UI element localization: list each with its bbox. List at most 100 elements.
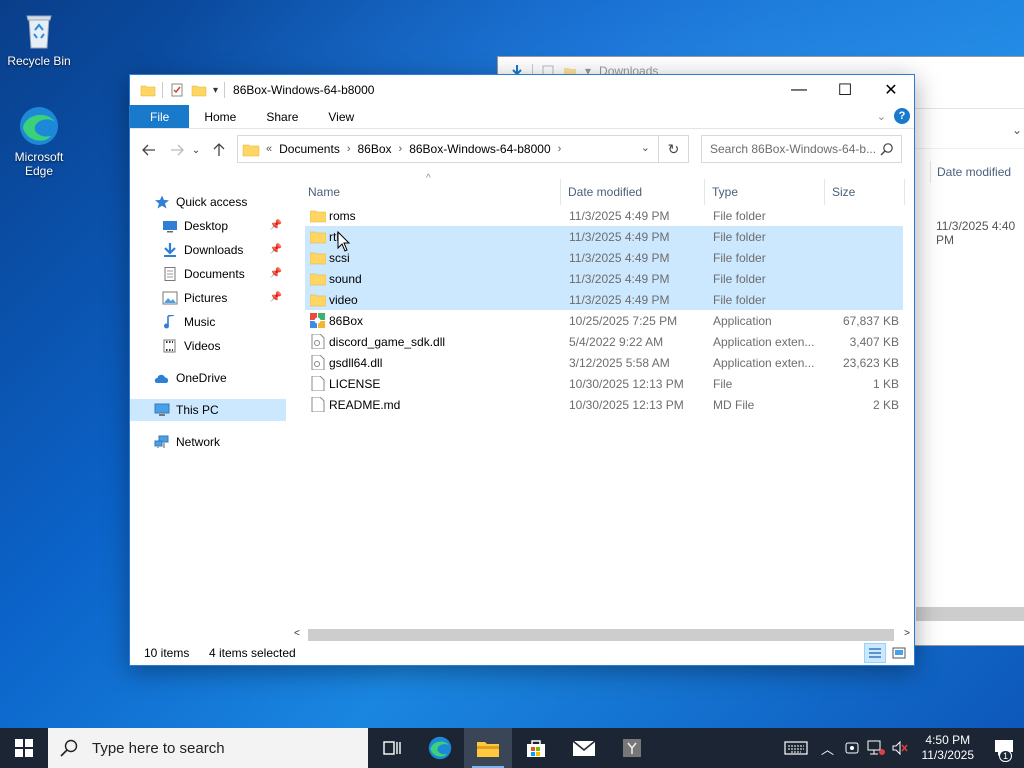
minimize-button[interactable]: —	[776, 75, 822, 105]
up-button[interactable]	[207, 138, 231, 162]
overflow-chevron[interactable]: «	[264, 143, 274, 155]
sidebar-item-downloads[interactable]: Downloads 📌	[162, 239, 286, 261]
column-divider[interactable]	[904, 179, 905, 205]
breadcrumb-current-folder[interactable]: 86Box-Windows-64-b8000	[404, 142, 555, 156]
breadcrumb-documents[interactable]: Documents	[274, 142, 345, 156]
refresh-button[interactable]: ↻	[659, 135, 689, 163]
sidebar-item-pictures[interactable]: Pictures 📌	[162, 287, 286, 309]
sidebar-item-network[interactable]: Network	[154, 431, 310, 453]
close-button[interactable]: ✕	[868, 75, 914, 105]
recent-locations-button[interactable]: ⌄	[189, 138, 203, 162]
desktop-icon-edge[interactable]: Microsoft Edge	[1, 104, 77, 178]
expand-ribbon-icon[interactable]: ⌄	[877, 110, 886, 123]
table-row[interactable]: LICENSE 10/30/2025 12:13 PM File 1 KB	[305, 373, 903, 394]
scrollbar-thumb[interactable]	[308, 629, 894, 641]
file-date: 11/3/2025 4:49 PM	[569, 292, 670, 307]
tray-app-icon[interactable]	[840, 740, 864, 756]
table-row[interactable]: README.md 10/30/2025 12:13 PM MD File 2 …	[305, 394, 903, 415]
large-icons-view-button[interactable]	[888, 643, 910, 663]
table-row[interactable]: discord_game_sdk.dll 5/4/2022 9:22 AM Ap…	[305, 331, 903, 352]
start-button[interactable]	[0, 728, 48, 768]
column-header-date-modified[interactable]: Date modified	[930, 161, 1011, 183]
column-divider[interactable]	[824, 179, 825, 205]
sidebar-item-label: Desktop	[184, 219, 229, 233]
chevron-right-icon[interactable]: ›	[556, 143, 564, 155]
computer-icon	[154, 403, 170, 416]
column-header-type[interactable]: Type	[706, 179, 824, 205]
volume-button[interactable]	[888, 740, 912, 756]
network-icon	[154, 435, 169, 448]
tab-file[interactable]: File	[130, 105, 190, 128]
back-button[interactable]	[137, 138, 161, 162]
forward-button[interactable]	[165, 138, 189, 162]
view-switcher	[864, 643, 910, 663]
desktop-icon-recycle-bin[interactable]: Recycle Bin	[1, 8, 77, 68]
file-date: 3/12/2025 5:58 AM	[569, 355, 670, 370]
help-icon[interactable]: ?	[894, 108, 910, 124]
network-status-button[interactable]	[864, 740, 888, 756]
column-divider[interactable]	[560, 179, 561, 205]
touch-keyboard-button[interactable]	[776, 740, 816, 756]
tab-home[interactable]: Home	[189, 105, 251, 128]
sidebar-item-onedrive[interactable]: OneDrive	[154, 367, 310, 389]
search-input[interactable]: Search 86Box-Windows-64-b...	[710, 142, 876, 156]
pin-icon[interactable]: 📌	[270, 244, 282, 255]
scroll-right-icon[interactable]: >	[904, 628, 910, 639]
chevron-right-icon[interactable]: ›	[397, 143, 405, 155]
column-header-date-modified[interactable]: Date modified	[562, 179, 702, 205]
item-count: 10 items	[144, 646, 190, 660]
address-bar[interactable]: « Documents › 86Box › 86Box-Windows-64-b…	[237, 135, 659, 163]
scroll-left-icon[interactable]: <	[294, 628, 300, 639]
table-row[interactable]: gsdll64.dll 3/12/2025 5:58 AM Applicatio…	[305, 352, 903, 373]
maximize-button[interactable]: ☐	[822, 75, 868, 105]
properties-icon[interactable]	[169, 82, 185, 98]
download-arrow-icon	[164, 243, 176, 257]
show-hidden-icons-button[interactable]: ︿	[816, 739, 840, 758]
task-view-button[interactable]	[368, 728, 416, 768]
clock[interactable]: 4:50 PM 11/3/2025	[912, 733, 985, 763]
folder-icon	[242, 144, 260, 157]
table-row[interactable]: roms 11/3/2025 4:49 PM File folder	[305, 205, 903, 226]
app-icon	[310, 313, 325, 328]
taskbar-edge-button[interactable]	[416, 728, 464, 768]
table-row[interactable]: rtl 11/3/2025 4:49 PM File folder	[305, 226, 903, 247]
table-row[interactable]: 86Box 10/25/2025 7:25 PM Application 67,…	[305, 310, 903, 331]
qat-dropdown-icon[interactable]: ▾	[213, 85, 218, 96]
edge-icon	[17, 104, 61, 148]
file-date: 10/30/2025 12:13 PM	[569, 397, 684, 412]
tab-view[interactable]: View	[313, 105, 369, 128]
sidebar-item-quick-access[interactable]: Quick access	[154, 191, 310, 213]
tab-share[interactable]: Share	[251, 105, 313, 128]
sidebar-item-label: Network	[176, 435, 221, 449]
sidebar-item-music[interactable]: Music	[162, 311, 286, 333]
new-folder-icon[interactable]	[191, 82, 207, 98]
taskbar-store-button[interactable]	[512, 728, 560, 768]
details-view-button[interactable]	[864, 643, 886, 663]
explorer-window[interactable]: ▾ 86Box-Windows-64-b8000 — ☐ ✕ File Home…	[129, 74, 915, 666]
pin-icon[interactable]: 📌	[270, 292, 282, 303]
taskbar-app-button[interactable]	[608, 728, 656, 768]
navigation-pane: Quick access Desktop 📌 Downloads 📌 Docum…	[130, 173, 290, 639]
sidebar-item-desktop[interactable]: Desktop 📌	[162, 215, 286, 237]
table-row[interactable]: video 11/3/2025 4:49 PM File folder	[305, 289, 903, 310]
taskbar-search-box[interactable]: Type here to search	[48, 728, 368, 768]
sidebar-item-videos[interactable]: Videos	[162, 335, 286, 357]
sidebar-item-this-pc[interactable]: This PC	[130, 399, 286, 421]
search-box[interactable]: Search 86Box-Windows-64-b...	[701, 135, 902, 163]
column-divider[interactable]	[704, 179, 705, 205]
back-arrow-icon	[142, 144, 155, 156]
breadcrumb-86box[interactable]: 86Box	[353, 142, 397, 156]
taskbar-mail-button[interactable]	[560, 728, 608, 768]
column-header-name[interactable]: Name	[302, 179, 560, 205]
pin-icon[interactable]: 📌	[270, 268, 282, 279]
pin-icon[interactable]: 📌	[270, 220, 282, 231]
chevron-right-icon[interactable]: ›	[345, 143, 353, 155]
horizontal-scrollbar[interactable]	[916, 607, 1024, 621]
action-center-button[interactable]: 1	[984, 738, 1024, 762]
address-dropdown-icon[interactable]: ⌄	[641, 141, 650, 154]
table-row[interactable]: scsi 11/3/2025 4:49 PM File folder	[305, 247, 903, 268]
column-header-size[interactable]: Size	[826, 179, 906, 205]
table-row[interactable]: sound 11/3/2025 4:49 PM File folder	[305, 268, 903, 289]
taskbar-file-explorer-button[interactable]	[464, 728, 512, 768]
sidebar-item-documents[interactable]: Documents 📌	[162, 263, 286, 285]
